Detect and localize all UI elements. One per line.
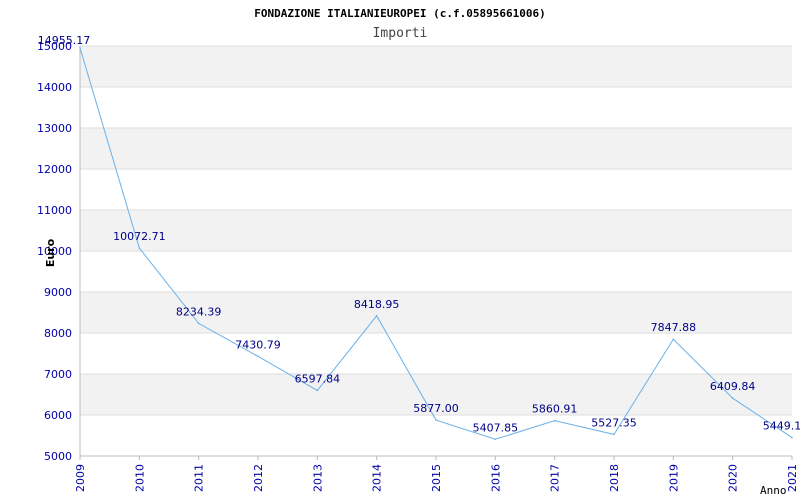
y-tick-label: 12000 xyxy=(37,163,72,176)
data-label: 8234.39 xyxy=(176,305,222,318)
line-chart: 5000600070008000900010000110001200013000… xyxy=(37,7,800,497)
x-tick-label: 2016 xyxy=(489,464,502,492)
y-tick-label: 5000 xyxy=(44,450,72,463)
data-point xyxy=(435,419,437,421)
y-tick-label: 9000 xyxy=(44,286,72,299)
data-point xyxy=(257,355,259,358)
x-tick-label: 2015 xyxy=(430,464,443,492)
data-point xyxy=(494,438,497,441)
x-tick-label: 2012 xyxy=(252,464,265,492)
data-label: 6597.84 xyxy=(295,372,341,385)
x-tick-label: 2011 xyxy=(193,464,206,492)
data-label: 14955.17 xyxy=(38,34,91,47)
data-point xyxy=(672,338,675,341)
data-point xyxy=(613,433,615,436)
data-label: 10072.71 xyxy=(113,230,166,243)
data-label: 6409.84 xyxy=(710,380,756,393)
y-tick-label: 6000 xyxy=(44,409,72,422)
y-tick-label: 8000 xyxy=(44,327,72,340)
data-point xyxy=(316,389,319,392)
x-axis-ticks: 2009 2010 2011 2012 2013 2014 2015 2016 2017 2018… xyxy=(74,456,799,492)
chart-subtitle: Importi xyxy=(373,26,428,41)
data-point xyxy=(138,247,141,249)
x-tick-label: 2019 xyxy=(667,464,680,492)
y-tick-label: 7000 xyxy=(44,368,72,381)
x-tick-label: 2013 xyxy=(311,464,324,492)
data-point xyxy=(197,322,200,325)
y-axis-label: Euro xyxy=(44,238,57,267)
data-label: 7847.88 xyxy=(651,321,697,334)
data-label: 7430.79 xyxy=(235,338,281,351)
y-tick-label: 13000 xyxy=(37,122,72,135)
plot-band xyxy=(80,210,792,251)
data-label: 5860.91 xyxy=(532,403,578,416)
x-tick-label: 2021 xyxy=(786,464,799,492)
x-tick-label: 2014 xyxy=(371,464,384,492)
data-label: 8418.95 xyxy=(354,298,400,311)
chart-title: FONDAZIONE ITALIANIEUROPEI (c.f.05895661… xyxy=(254,7,545,20)
x-axis-label: Anno xyxy=(760,484,787,497)
plot-band xyxy=(80,46,792,87)
y-tick-label: 11000 xyxy=(37,204,72,217)
x-tick-label: 2018 xyxy=(608,464,621,492)
data-point xyxy=(375,315,378,317)
data-label: 5527.35 xyxy=(591,416,637,429)
data-label: 5407.85 xyxy=(473,421,519,434)
x-tick-label: 2020 xyxy=(727,464,740,492)
y-tick-label: 14000 xyxy=(37,81,72,94)
data-point xyxy=(553,419,556,422)
data-point xyxy=(79,47,81,49)
plot-band xyxy=(80,128,792,169)
data-point xyxy=(791,436,793,439)
data-point xyxy=(731,397,734,399)
plot-background-bands xyxy=(80,46,792,415)
data-label: 5877.00 xyxy=(413,402,459,415)
x-tick-label: 2010 xyxy=(133,464,146,492)
data-label: 5449.1 xyxy=(763,420,800,433)
x-tick-label: 2017 xyxy=(549,464,562,492)
x-tick-label: 2009 xyxy=(74,464,87,492)
